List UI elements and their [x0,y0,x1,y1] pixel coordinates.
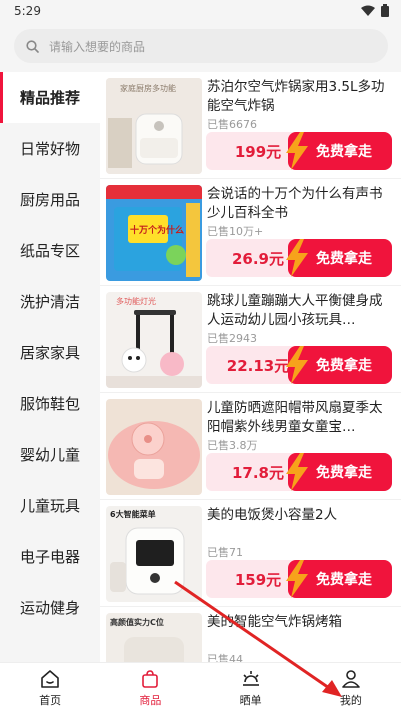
category-item-electronics[interactable]: 电子电器 [0,531,100,582]
tab-products[interactable]: 商品 [100,663,200,713]
category-item-daily[interactable]: 日常好物 [0,123,100,174]
product-image: 多功能灯光 [106,292,202,388]
search-placeholder: 请输入想要的商品 [49,39,146,54]
search-icon [26,39,39,53]
svg-text:十万个为什么: 十万个为什么 [130,224,184,236]
user-icon [342,669,360,688]
product-image: 十万个为什么 [106,185,202,281]
tab-home[interactable]: 首页 [0,663,100,713]
svg-text:多功能灯光: 多功能灯光 [116,296,156,306]
category-item-sports[interactable]: 运动健身 [0,582,100,633]
tab-showcase[interactable]: 晒单 [201,663,301,713]
bottom-tab-bar: 首页 商品 晒单 我的 [0,662,401,713]
status-bar: 5:29 [0,0,401,24]
tab-label: 首页 [39,693,62,707]
category-item-apparel[interactable]: 服饰鞋包 [0,378,100,429]
product-image [106,399,202,495]
home-icon [41,669,59,688]
product-card[interactable]: 高颜值实力C位 美的智能空气炸锅烤箱 已售44 [100,607,401,662]
tab-label: 商品 [139,693,162,707]
lightning-icon [286,346,308,384]
category-item-kitchen[interactable]: 厨房用品 [0,174,100,225]
product-title: 儿童防晒遮阳帽带风扇夏季太阳帽紫外线男童女童宝… [207,400,383,435]
product-card[interactable]: 多功能灯光 跳球儿童蹦蹦大人平衡健身成人运动幼儿园小孩玩具… 已售2943 22… [100,286,401,393]
category-item-furniture[interactable]: 居家家具 [0,327,100,378]
tab-label: 晒单 [239,693,262,707]
price-bar: 26.9元 免费拿走 [206,239,392,277]
product-title: 跳球儿童蹦蹦大人平衡健身成人运动幼儿园小孩玩具… [207,293,383,328]
product-card[interactable]: 6大智能菜单 美的电饭煲小容量2人 已售71 159元 免费拿走 [100,500,401,607]
shopping-bag-icon [142,669,159,688]
price-bar: 22.13元 免费拿走 [206,346,392,384]
product-sold-count: 已售2943 [207,332,257,345]
product-card[interactable]: 家庭厨房多功能 苏泊尔空气炸锅家用3.5L多功能空气炸锅 已售6676 199元… [100,72,401,179]
lightning-icon [286,453,308,491]
product-image: 家庭厨房多功能 [106,78,202,174]
status-icons [361,4,389,17]
tab-profile[interactable]: 我的 [301,663,401,713]
product-image: 6大智能菜单 [106,506,202,602]
product-list: 家庭厨房多功能 苏泊尔空气炸锅家用3.5L多功能空气炸锅 已售6676 199元… [100,72,401,662]
svg-text:家庭厨房多功能: 家庭厨房多功能 [120,83,176,93]
product-sold-count: 已售6676 [207,118,257,131]
tab-label: 我的 [339,693,362,707]
product-title: 苏泊尔空气炸锅家用3.5L多功能空气炸锅 [207,79,385,114]
wifi-icon [361,5,375,16]
price-bar: 17.8元 免费拿走 [206,453,392,491]
category-item-featured[interactable]: 精品推荐 [0,72,100,123]
product-title: 美的电饭煲小容量2人 [207,507,338,523]
category-item-toys[interactable]: 儿童玩具 [0,480,100,531]
svg-text:6大智能菜单: 6大智能菜单 [110,509,156,519]
battery-icon [381,4,389,17]
search-input[interactable]: 请输入想要的商品 [14,29,388,63]
product-sold-count: 已售3.8万 [207,439,258,452]
product-card[interactable]: 儿童防晒遮阳帽带风扇夏季太阳帽紫外线男童女童宝… 已售3.8万 17.8元 免费… [100,393,401,500]
price-bar: 199元 免费拿走 [206,132,392,170]
product-image: 高颜值实力C位 [106,613,202,662]
product-title: 会说话的十万个为什么有声书少儿百科全书 [207,186,383,221]
lightning-icon [286,560,308,598]
lightning-icon [286,239,308,277]
category-item-paper[interactable]: 纸品专区 [0,225,100,276]
product-sold-count: 已售71 [207,546,243,559]
product-sold-count: 已售10万+ [207,225,264,238]
price-bar: 159元 免费拿走 [206,560,392,598]
status-time: 5:29 [14,4,41,18]
lightning-icon [286,132,308,170]
product-sold-count: 已售44 [207,653,243,662]
svg-text:高颜值实力C位: 高颜值实力C位 [110,617,164,627]
product-title: 美的智能空气炸锅烤箱 [207,614,342,630]
category-item-cleaning[interactable]: 洗护清洁 [0,276,100,327]
category-item-baby[interactable]: 婴幼儿童 [0,429,100,480]
product-card[interactable]: 十万个为什么 会说话的十万个为什么有声书少儿百科全书 已售10万+ 26.9元 … [100,179,401,286]
category-sidebar: 精品推荐 日常好物 厨房用品 纸品专区 洗护清洁 居家家具 服饰鞋包 婴幼儿童 … [0,72,100,662]
sun-icon [242,670,259,686]
